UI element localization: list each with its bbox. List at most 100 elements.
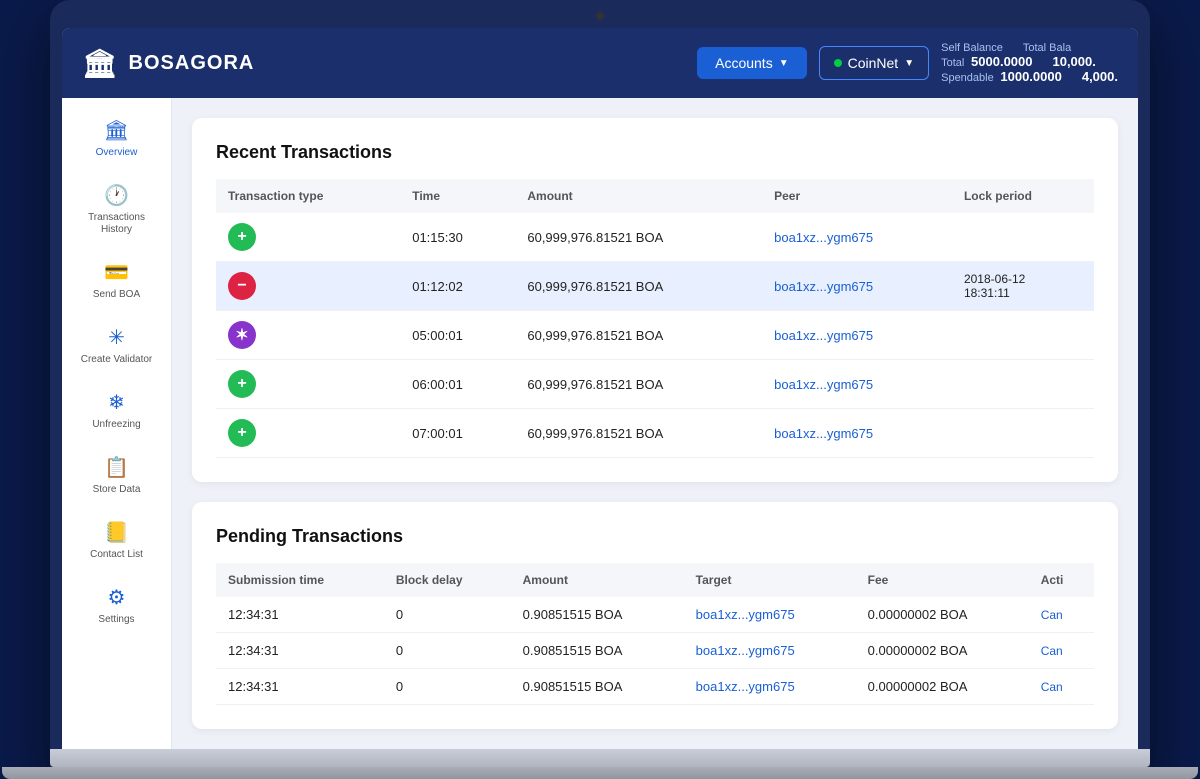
tx-amount-cell: 60,999,976.81521 BOA [515,311,762,360]
topbar-right: Accounts ▼ CoinNet ▼ Self Balance [697,42,1118,84]
tx-type-icon: ✶ [228,321,256,349]
col-submission-time: Submission time [216,563,384,597]
pending-amount-cell: 0.90851515 BOA [511,597,684,633]
logo: 🏛 BOSAGORA [82,47,254,80]
tx-peer-link[interactable]: boa1xz...ygm675 [774,279,873,294]
tx-amount-cell: 60,999,976.81521 BOA [515,409,762,458]
send-boa-label: Send BOA [93,289,140,301]
table-row: + 07:00:01 60,999,976.81521 BOA boa1xz..… [216,409,1094,458]
sidebar-item-store-data[interactable]: 📋 Store Data [72,445,162,506]
col-transaction-type: Transaction type [216,179,400,213]
col-peer: Peer [762,179,952,213]
total-balance-label: Total Bala [1023,42,1071,54]
self-spendable-value: 1000.0000 [1000,69,1061,84]
laptop-camera [596,12,604,20]
pending-target-link[interactable]: boa1xz...ygm675 [696,643,795,658]
pending-amount-cell: 0.90851515 BOA [511,669,684,705]
recent-transactions-card: Recent Transactions Transaction type Tim… [192,118,1118,482]
pending-time-cell: 12:34:31 [216,633,384,669]
tx-time-cell: 01:12:02 [400,262,515,311]
tx-peer-link[interactable]: boa1xz...ygm675 [774,426,873,441]
pending-target-cell: boa1xz...ygm675 [684,597,856,633]
pending-transactions-header-row: Submission time Block delay Amount Targe… [216,563,1094,597]
coinnet-status-dot [834,59,842,67]
sidebar-item-unfreezing[interactable]: ❄ Unfreezing [72,380,162,441]
tx-type-cell: + [216,360,400,409]
pending-action-cell: Can [1029,669,1094,705]
coinnet-chevron-icon: ▼ [904,58,914,69]
tx-type-cell: + [216,409,400,458]
tx-lock-period-cell [952,409,1094,458]
tx-type-icon: + [228,370,256,398]
table-row: − 01:12:02 60,999,976.81521 BOA boa1xz..… [216,262,1094,311]
self-total-value: 5000.0000 [971,54,1032,69]
spendable-row-label: Spendable [941,72,994,84]
tx-type-cell: − [216,262,400,311]
transactions-history-label: Transactions History [80,212,154,236]
table-row: 12:34:31 0 0.90851515 BOA boa1xz...ygm67… [216,669,1094,705]
laptop-base [2,767,1198,779]
pending-transactions-card: Pending Transactions Submission time Blo… [192,502,1118,729]
tx-type-cell: + [216,213,400,262]
cancel-link[interactable]: Can [1041,680,1063,694]
tx-type-icon: − [228,272,256,300]
cancel-link[interactable]: Can [1041,644,1063,658]
cancel-link[interactable]: Can [1041,608,1063,622]
coinnet-button[interactable]: CoinNet ▼ [819,46,930,80]
pending-time-cell: 12:34:31 [216,597,384,633]
sidebar-item-transactions-history[interactable]: 🕐 Transactions History [72,173,162,246]
tx-peer-cell: boa1xz...ygm675 [762,409,952,458]
recent-transactions-title: Recent Transactions [216,142,1094,163]
send-boa-icon: 💳 [104,260,129,285]
pending-fee-cell: 0.00000002 BOA [856,669,1029,705]
pending-action-cell: Can [1029,597,1094,633]
tx-peer-link[interactable]: boa1xz...ygm675 [774,230,873,245]
sidebar-item-overview[interactable]: 🏛 Overview [72,108,162,169]
create-validator-icon: ✳ [108,325,125,350]
tx-amount-cell: 60,999,976.81521 BOA [515,360,762,409]
sidebar-item-create-validator[interactable]: ✳ Create Validator [72,315,162,376]
self-balance-label: Self Balance [941,42,1003,54]
app-name: BOSAGORA [129,52,255,75]
pending-block-delay-cell: 0 [384,597,511,633]
overview-icon: 🏛 [104,118,129,143]
pending-transactions-table: Submission time Block delay Amount Targe… [216,563,1094,705]
tx-peer-cell: boa1xz...ygm675 [762,262,952,311]
logo-icon: 🏛 [82,47,119,80]
tx-peer-cell: boa1xz...ygm675 [762,213,952,262]
sidebar-item-settings[interactable]: ⚙ Settings [72,575,162,636]
tx-peer-link[interactable]: boa1xz...ygm675 [774,377,873,392]
pending-target-link[interactable]: boa1xz...ygm675 [696,679,795,694]
tx-lock-period-cell: 2018-06-12 18:31:11 [952,262,1094,311]
col-fee: Fee [856,563,1029,597]
create-validator-label: Create Validator [81,354,153,366]
col-time: Time [400,179,515,213]
accounts-button[interactable]: Accounts ▼ [697,47,807,79]
col-amount: Amount [511,563,684,597]
accounts-chevron-icon: ▼ [779,58,789,69]
col-action: Acti [1029,563,1094,597]
main-content: Recent Transactions Transaction type Tim… [172,98,1138,749]
tx-time-cell: 01:15:30 [400,213,515,262]
tx-time-cell: 07:00:01 [400,409,515,458]
pending-target-link[interactable]: boa1xz...ygm675 [696,607,795,622]
tx-type-cell: ✶ [216,311,400,360]
pending-block-delay-cell: 0 [384,633,511,669]
col-target: Target [684,563,856,597]
store-data-label: Store Data [93,484,141,496]
sidebar-item-contact-list[interactable]: 📒 Contact List [72,510,162,571]
sidebar-item-send-boa[interactable]: 💳 Send BOA [72,250,162,311]
overview-label: Overview [96,147,138,159]
col-amount: Amount [515,179,762,213]
table-row: 12:34:31 0 0.90851515 BOA boa1xz...ygm67… [216,597,1094,633]
tx-peer-link[interactable]: boa1xz...ygm675 [774,328,873,343]
tx-peer-cell: boa1xz...ygm675 [762,360,952,409]
pending-transactions-title: Pending Transactions [216,526,1094,547]
settings-label: Settings [98,614,134,626]
transactions-history-icon: 🕐 [104,183,129,208]
tx-time-cell: 05:00:01 [400,311,515,360]
pending-fee-cell: 0.00000002 BOA [856,633,1029,669]
pending-block-delay-cell: 0 [384,669,511,705]
pending-fee-cell: 0.00000002 BOA [856,597,1029,633]
store-data-icon: 📋 [104,455,129,480]
